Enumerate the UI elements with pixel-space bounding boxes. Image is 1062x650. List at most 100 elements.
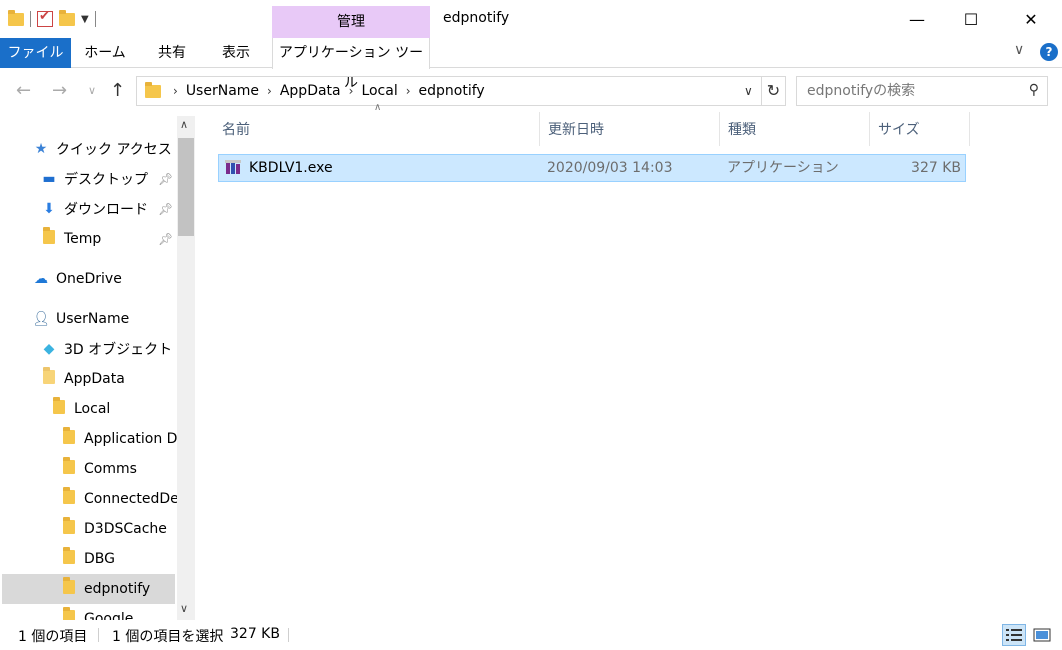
nav-item-application-data[interactable]: Application D (60, 424, 177, 454)
nav-item-label: Local (74, 401, 111, 417)
customize-toolbar-chevron-icon[interactable]: ▼ (81, 14, 89, 25)
search-icon[interactable]: ⚲ (1029, 82, 1039, 98)
column-header-size[interactable]: サイズ (870, 112, 970, 146)
table-row[interactable]: KBDLV1.exe 2020/09/03 14:03 アプリケーション 327… (218, 154, 966, 182)
tab-view[interactable]: 表示 (212, 38, 260, 68)
expand-ribbon-chevron-icon[interactable]: ∨ (1014, 42, 1024, 58)
address-bar[interactable]: › UserName › AppData › Local › edpnotify (136, 76, 762, 106)
status-bar: 1 個の項目 1 個の項目を選択 327 KB (0, 620, 1062, 650)
scroll-down-chevron-icon[interactable]: ∨ (180, 602, 188, 615)
file-name: KBDLV1.exe (249, 160, 333, 176)
nav-item-label: D3DSCache (84, 521, 167, 537)
pin-icon[interactable]: 📌︎ (158, 232, 173, 246)
nav-item-label: AppData (64, 371, 125, 387)
folder-icon (60, 457, 78, 478)
nav-item-edpnotify[interactable]: edpnotify (2, 574, 175, 604)
nav-item-connecteddevices[interactable]: ConnectedDe (60, 484, 179, 514)
maximize-icon: ☐ (963, 9, 979, 29)
selected-count: 1 個の項目を選択 (112, 629, 224, 645)
refresh-icon: ↻ (766, 81, 781, 100)
nav-item-desktop[interactable]: ▬ デスクトップ 📌︎ (40, 164, 180, 194)
help-icon[interactable]: ? (1040, 43, 1058, 61)
close-button[interactable]: ✕ (1008, 0, 1054, 38)
nav-pane-scrollbar[interactable]: ∧ ∨ (177, 116, 195, 620)
address-history-chevron-icon[interactable]: ∨ (744, 84, 753, 98)
breadcrumb-chevron-icon[interactable]: › (349, 84, 354, 98)
tab-application-tools[interactable]: アプリケーション ツール (272, 38, 430, 91)
column-header-name[interactable]: 名前 (214, 112, 540, 146)
nav-item-label: Google (84, 611, 134, 620)
pin-icon[interactable]: 📌︎ (158, 172, 173, 186)
item-count: 1 個の項目 (18, 629, 88, 645)
cloud-icon: ☁ (34, 271, 48, 287)
folder-icon (60, 577, 78, 598)
scroll-up-chevron-icon[interactable]: ∧ (180, 118, 188, 131)
folder-icon (60, 517, 78, 538)
scrollbar-thumb[interactable] (178, 138, 194, 236)
large-icons-view-icon (1033, 628, 1051, 642)
file-size: 327 KB (911, 160, 961, 176)
column-header-type[interactable]: 種類 (720, 112, 870, 146)
refresh-button[interactable]: ↻ (762, 76, 786, 106)
nav-item-label: Application D (84, 431, 178, 447)
large-icons-view-button[interactable] (1030, 624, 1054, 646)
minimize-button[interactable]: — (894, 0, 940, 38)
nav-item-onedrive[interactable]: ☁ OneDrive (32, 264, 122, 294)
forward-arrow-icon[interactable]: → (52, 80, 67, 101)
column-header-modified[interactable]: 更新日時 (540, 112, 720, 146)
title-bar: ▼ 管理 edpnotify — ☐ ✕ (0, 0, 1062, 38)
tab-file[interactable]: ファイル (0, 38, 71, 68)
breadcrumb-appdata[interactable]: AppData (280, 83, 341, 99)
nav-item-3d-objects[interactable]: ◆ 3D オブジェクト (40, 334, 173, 364)
back-arrow-icon[interactable]: ← (16, 80, 31, 101)
up-arrow-icon[interactable]: ↑ (110, 80, 125, 101)
breadcrumb-local[interactable]: Local (361, 83, 397, 99)
breadcrumb-chevron-icon[interactable]: › (267, 84, 272, 98)
folder-icon[interactable] (8, 9, 24, 26)
nav-item-label: OneDrive (56, 271, 122, 287)
status-separator (288, 628, 289, 642)
nav-item-label: ConnectedDe (84, 491, 179, 507)
recent-locations-chevron-icon[interactable]: ∨ (88, 84, 96, 97)
folder-icon (40, 227, 58, 248)
breadcrumb-username[interactable]: UserName (186, 83, 259, 99)
breadcrumb-edpnotify[interactable]: edpnotify (419, 83, 485, 99)
nav-item-downloads[interactable]: ⬇ ダウンロード 📌︎ (40, 194, 180, 224)
nav-item-username[interactable]: 👤︎ UserName (32, 304, 129, 334)
toolbar-separator (94, 11, 96, 27)
folder-icon (40, 367, 58, 388)
nav-item-label: DBG (84, 551, 115, 567)
details-view-button[interactable] (1002, 624, 1026, 646)
nav-item-comms[interactable]: Comms (60, 454, 137, 484)
context-tab-header: 管理 (272, 6, 430, 38)
close-icon: ✕ (1024, 9, 1038, 29)
breadcrumb-chevron-icon[interactable]: › (406, 84, 411, 98)
properties-icon[interactable] (37, 9, 53, 27)
nav-item-d3dscache[interactable]: D3DSCache (60, 514, 167, 544)
quick-access-toolbar: ▼ (8, 8, 96, 30)
search-input[interactable] (797, 77, 1007, 105)
user-folder-icon: 👤︎ (32, 311, 50, 327)
status-separator (98, 628, 99, 642)
breadcrumb-chevron-icon[interactable]: › (173, 84, 178, 98)
minimize-icon: — (909, 9, 925, 29)
file-modified: 2020/09/03 14:03 (547, 160, 673, 176)
new-folder-icon[interactable] (59, 9, 75, 26)
nav-item-label: 3D オブジェクト (64, 342, 173, 358)
tab-share[interactable]: 共有 (148, 38, 196, 68)
download-icon: ⬇ (43, 201, 55, 217)
navigation-pane: ★ クイック アクセス ▬ デスクトップ 📌︎ ⬇ ダウンロード 📌︎ Temp… (0, 116, 195, 620)
nav-item-google[interactable]: Google (60, 604, 133, 620)
details-view-icon (1006, 629, 1022, 641)
application-exe-icon (225, 160, 241, 174)
nav-item-appdata[interactable]: AppData (40, 364, 125, 394)
nav-item-temp[interactable]: Temp 📌︎ (40, 224, 180, 254)
search-box[interactable]: ⚲ (796, 76, 1048, 106)
maximize-button[interactable]: ☐ (948, 0, 994, 38)
nav-item-dbg[interactable]: DBG (60, 544, 115, 574)
nav-item-local[interactable]: Local (50, 394, 110, 424)
nav-item-label: Comms (84, 461, 137, 477)
nav-item-quick-access[interactable]: ★ クイック アクセス (32, 134, 172, 164)
tab-home[interactable]: ホーム (78, 38, 132, 68)
pin-icon[interactable]: 📌︎ (158, 202, 173, 216)
